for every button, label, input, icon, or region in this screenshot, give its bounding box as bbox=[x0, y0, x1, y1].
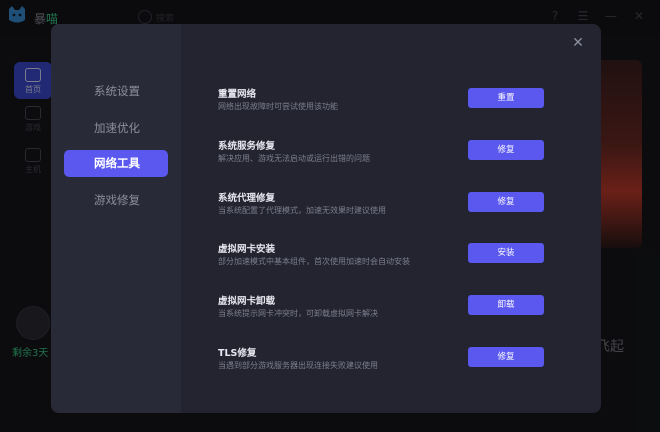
settings-modal: 系统设置 加速优化 网络工具 游戏修复 ✕ 重置网络 网络出现故障时可尝试使用该… bbox=[51, 24, 601, 413]
settings-sidebar: 系统设置 加速优化 网络工具 游戏修复 bbox=[51, 24, 181, 413]
item-description: 当系统提示网卡冲突时，可卸载虚拟网卡解决 bbox=[218, 309, 378, 318]
item-title: TLS修复 bbox=[218, 348, 257, 359]
item-title: 重置网络 bbox=[218, 89, 257, 100]
repair-tls-button[interactable]: 修复 bbox=[468, 347, 544, 367]
item-description: 解决应用、游戏无法启动或运行出错的问题 bbox=[218, 154, 370, 163]
item-description: 当遇到部分游戏服务器出现连接失败建议使用 bbox=[218, 361, 378, 370]
item-description: 部分加速模式中基本组件，首次使用加速时会自动安装 bbox=[218, 257, 410, 266]
list-item: 系统代理修复 当系统配置了代理模式，加速无效果时建议使用 修复 bbox=[218, 190, 578, 230]
install-virtual-nic-button[interactable]: 安装 bbox=[468, 243, 544, 263]
item-title: 系统服务修复 bbox=[218, 141, 276, 152]
reset-network-button[interactable]: 重置 bbox=[468, 88, 544, 108]
item-title: 虚拟网卡安装 bbox=[218, 244, 276, 255]
sidebar-item-system-settings[interactable]: 系统设置 bbox=[64, 78, 168, 105]
repair-system-service-button[interactable]: 修复 bbox=[468, 140, 544, 160]
network-tools-list: 重置网络 网络出现故障时可尝试使用该功能 重置 系统服务修复 解决应用、游戏无法… bbox=[181, 24, 601, 413]
uninstall-virtual-nic-button[interactable]: 卸载 bbox=[468, 295, 544, 315]
item-title: 虚拟网卡卸载 bbox=[218, 296, 276, 307]
repair-proxy-button[interactable]: 修复 bbox=[468, 192, 544, 212]
sidebar-item-acceleration[interactable]: 加速优化 bbox=[64, 115, 168, 142]
sidebar-item-game-repair[interactable]: 游戏修复 bbox=[64, 187, 168, 214]
list-item: TLS修复 当遇到部分游戏服务器出现连接失败建议使用 修复 bbox=[218, 345, 578, 385]
list-item: 虚拟网卡卸载 当系统提示网卡冲突时，可卸载虚拟网卡解决 卸载 bbox=[218, 293, 578, 333]
sidebar-item-network-tools[interactable]: 网络工具 bbox=[64, 150, 168, 177]
item-description: 当系统配置了代理模式，加速无效果时建议使用 bbox=[218, 206, 386, 215]
list-item: 重置网络 网络出现故障时可尝试使用该功能 重置 bbox=[218, 86, 578, 126]
item-description: 网络出现故障时可尝试使用该功能 bbox=[218, 102, 338, 111]
list-item: 虚拟网卡安装 部分加速模式中基本组件，首次使用加速时会自动安装 安装 bbox=[218, 241, 578, 281]
list-item: 系统服务修复 解决应用、游戏无法启动或运行出错的问题 修复 bbox=[218, 138, 578, 178]
item-title: 系统代理修复 bbox=[218, 193, 276, 204]
